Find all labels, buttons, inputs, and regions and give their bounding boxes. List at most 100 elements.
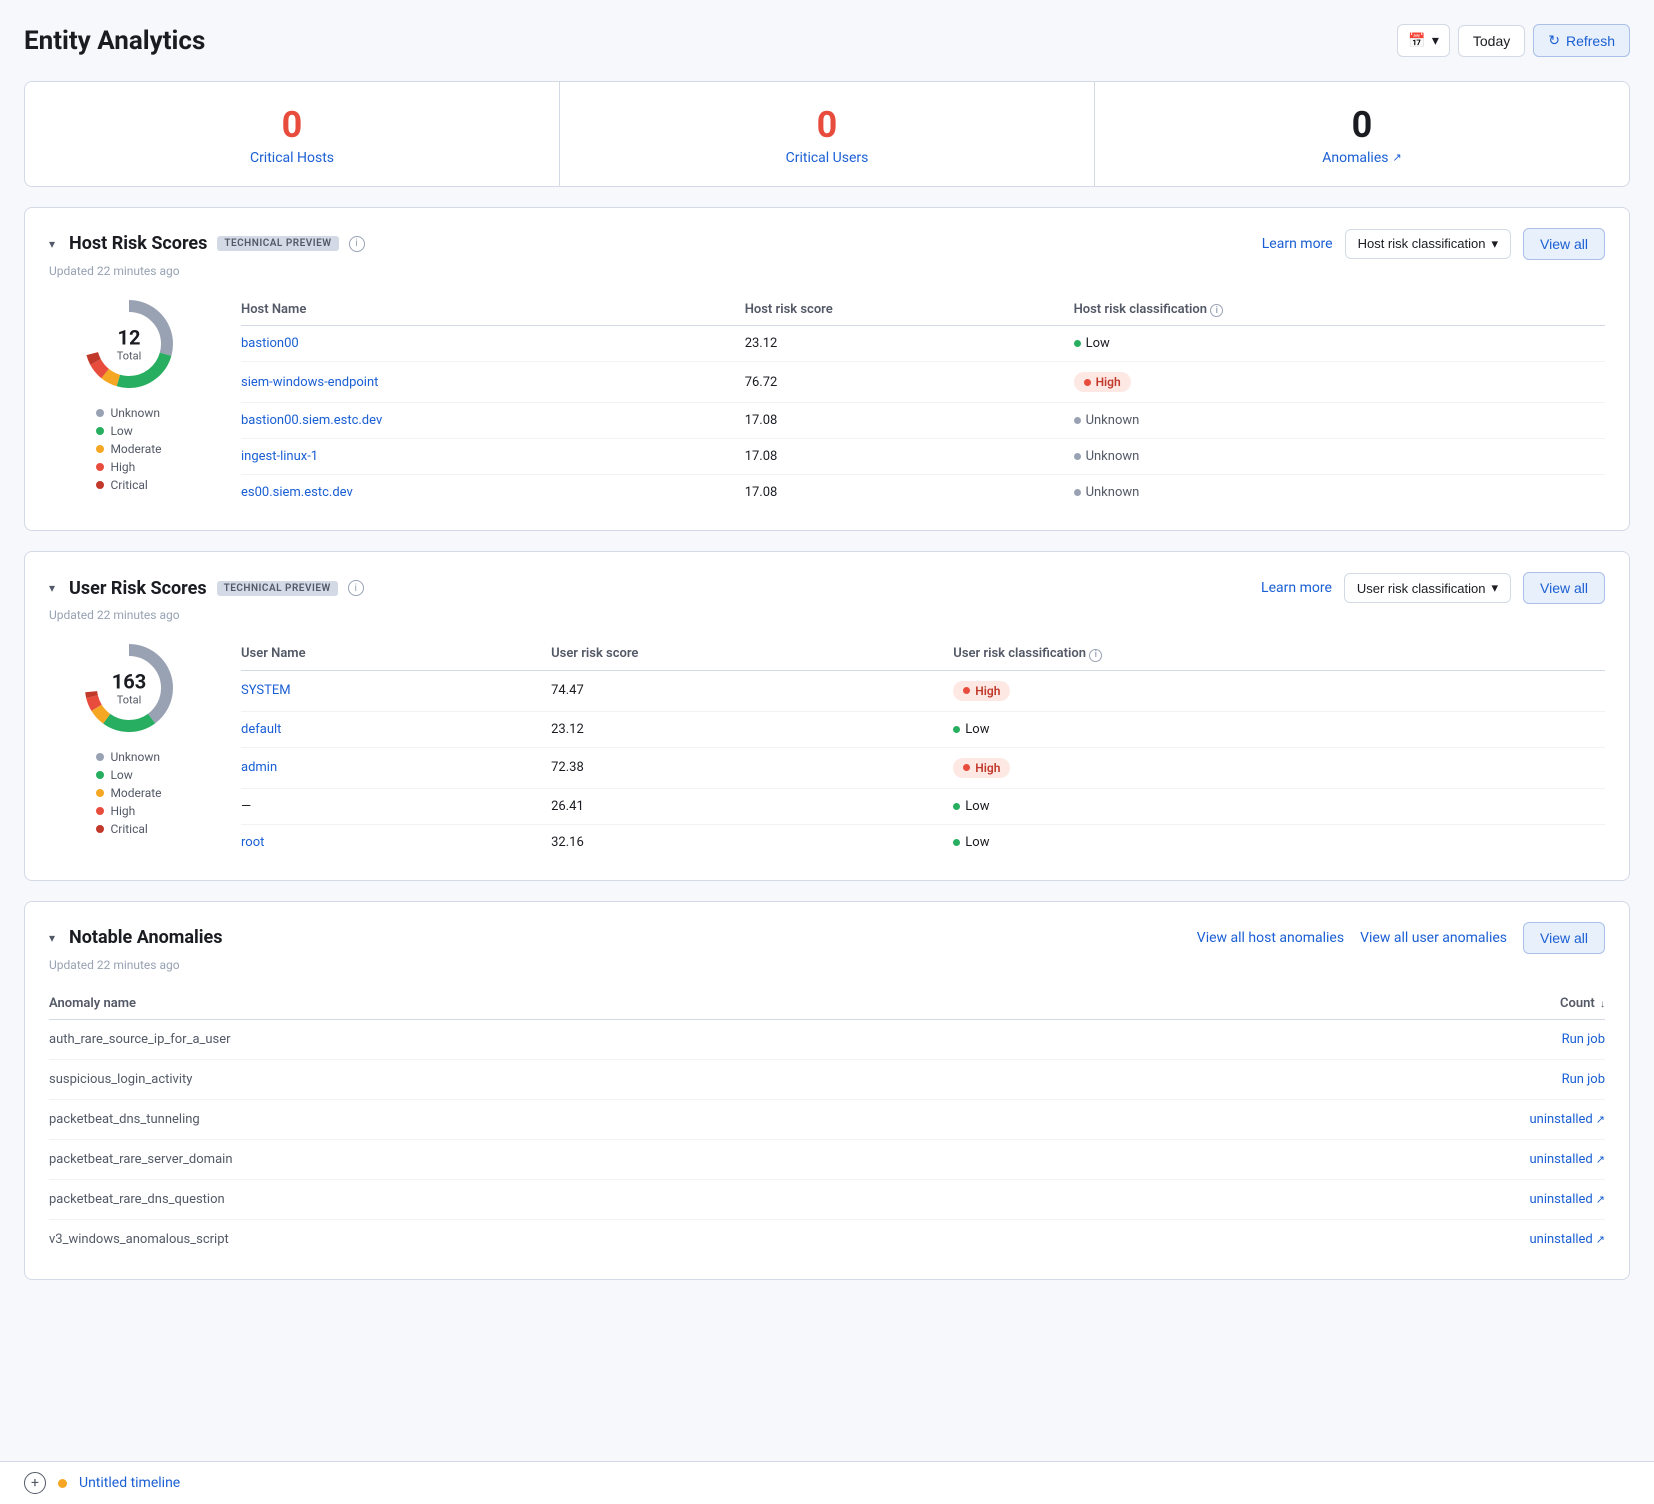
add-timeline-button[interactable]: + — [24, 1472, 46, 1494]
status-badge: High — [953, 681, 1010, 701]
external-link-icon: ↗ — [1392, 151, 1401, 164]
uninstalled-link[interactable]: uninstalled ↗ — [1530, 1112, 1606, 1127]
refresh-label: Refresh — [1566, 33, 1615, 49]
legend-dot-low — [96, 427, 104, 435]
notable-anomalies-card: ▾ Notable Anomalies View all host anomal… — [24, 901, 1630, 1280]
host-name-cell[interactable]: ingest-linux-1 — [241, 439, 745, 475]
host-name-cell[interactable]: siem-windows-endpoint — [241, 362, 745, 403]
anomaly-action-cell: Run job — [1151, 1019, 1605, 1059]
critical-users-label[interactable]: Critical Users — [786, 150, 869, 166]
notable-anomalies-title: Notable Anomalies — [69, 927, 222, 948]
legend-moderate: Moderate — [96, 442, 161, 456]
user-name-cell[interactable]: admin — [241, 747, 551, 788]
user-risk-title: User Risk Scores — [69, 578, 207, 599]
user-name-cell[interactable]: default — [241, 711, 551, 747]
status-badge: High — [953, 758, 1010, 778]
host-risk-donut-label: 12 Total — [117, 325, 142, 362]
host-risk-updated: Updated 22 minutes ago — [49, 264, 1605, 278]
legend-dot-unknown — [96, 409, 104, 417]
host-classification-info-icon[interactable]: i — [1210, 304, 1223, 317]
high-dot — [963, 687, 970, 694]
user-classification-cell: High — [953, 747, 1605, 788]
host-classification-cell: High — [1074, 362, 1605, 403]
notable-anomalies-links: View all host anomalies View all user an… — [1197, 922, 1605, 954]
user-classification-cell: High — [953, 670, 1605, 711]
run-job-link[interactable]: Run job — [1562, 1032, 1605, 1047]
dropdown-chevron-icon: ▾ — [1491, 236, 1498, 252]
host-score-cell: 17.08 — [745, 439, 1074, 475]
user-classification-cell: Low — [953, 824, 1605, 860]
host-risk-learn-more[interactable]: Learn more — [1262, 236, 1333, 252]
user-risk-title-area: ▾ User Risk Scores TECHNICAL PREVIEW i — [49, 578, 364, 599]
user-risk-learn-more[interactable]: Learn more — [1261, 580, 1332, 596]
user-classification-info-icon[interactable]: i — [1089, 649, 1102, 662]
anomaly-name-cell: v3_windows_anomalous_script — [49, 1219, 1151, 1259]
user-name-cell[interactable]: root — [241, 824, 551, 860]
low-dot — [1074, 340, 1081, 347]
anomalies-label[interactable]: Anomalies ↗ — [1322, 150, 1401, 166]
user-legend-critical: Critical — [96, 822, 161, 836]
user-risk-info-icon[interactable]: i — [348, 580, 364, 596]
host-score-col-header: Host risk score — [745, 294, 1074, 326]
user-dropdown-chevron-icon: ▾ — [1491, 580, 1498, 596]
user-risk-content: 163 Total Unknown Low Moderat — [49, 638, 1605, 860]
refresh-button[interactable]: ↻ Refresh — [1533, 24, 1630, 57]
external-icon: ↗ — [1596, 1153, 1605, 1166]
anomaly-action-cell: Run job — [1151, 1059, 1605, 1099]
notable-view-all-button[interactable]: View all — [1523, 922, 1605, 954]
host-risk-table: Host Name Host risk score Host risk clas… — [241, 294, 1605, 511]
uninstalled-link[interactable]: uninstalled ↗ — [1530, 1152, 1606, 1167]
host-risk-view-all-button[interactable]: View all — [1523, 228, 1605, 260]
anomaly-name-cell: packetbeat_rare_dns_question — [49, 1179, 1151, 1219]
user-risk-donut-label: 163 Total — [112, 670, 146, 707]
user-risk-table-area: User Name User risk score User risk clas… — [241, 638, 1605, 860]
host-name-cell[interactable]: es00.siem.estc.dev — [241, 475, 745, 511]
host-risk-collapse-icon[interactable]: ▾ — [49, 237, 55, 251]
high-dot — [963, 764, 970, 771]
user-risk-legend: Unknown Low Moderate High — [96, 750, 161, 836]
anomaly-name-cell: auth_rare_source_ip_for_a_user — [49, 1019, 1151, 1059]
user-name-cell[interactable]: SYSTEM — [241, 670, 551, 711]
host-name-col-header: Host Name — [241, 294, 745, 326]
external-icon: ↗ — [1596, 1233, 1605, 1246]
user-legend-dot-unknown — [96, 753, 104, 761]
anomaly-table: Anomaly name Count ↓ auth_rare_source_ip… — [49, 988, 1605, 1259]
calendar-button[interactable]: 📅 ▾ — [1397, 24, 1449, 57]
user-risk-donut: 163 Total — [79, 638, 179, 738]
today-button[interactable]: Today — [1458, 25, 1525, 57]
user-risk-classification-dropdown[interactable]: User risk classification ▾ — [1344, 573, 1511, 603]
view-all-host-anomalies-link[interactable]: View all host anomalies — [1197, 930, 1344, 946]
user-risk-header-right: Learn more User risk classification ▾ Vi… — [1261, 572, 1605, 604]
timeline-label[interactable]: Untitled timeline — [79, 1475, 180, 1491]
user-risk-collapse-icon[interactable]: ▾ — [49, 581, 55, 595]
status-badge: Unknown — [1074, 485, 1140, 500]
notable-collapse-icon[interactable]: ▾ — [49, 931, 55, 945]
host-risk-chart-area: 12 Total Unknown Low Moderate — [49, 294, 209, 492]
unknown-dot — [1074, 489, 1081, 496]
table-row: SYSTEM 74.47 High — [241, 670, 1605, 711]
unknown-dot — [1074, 453, 1081, 460]
host-classification-cell: Low — [1074, 326, 1605, 362]
calendar-icon: 📅 — [1408, 32, 1425, 49]
host-risk-classification-dropdown[interactable]: Host risk classification ▾ — [1345, 229, 1511, 259]
uninstalled-link[interactable]: uninstalled ↗ — [1530, 1232, 1606, 1247]
user-classification-cell: Low — [953, 711, 1605, 747]
host-risk-card: ▾ Host Risk Scores TECHNICAL PREVIEW i L… — [24, 207, 1630, 532]
host-risk-title-area: ▾ Host Risk Scores TECHNICAL PREVIEW i — [49, 233, 365, 254]
host-name-cell[interactable]: bastion00 — [241, 326, 745, 362]
host-name-cell[interactable]: bastion00.siem.estc.dev — [241, 403, 745, 439]
host-classification-cell: Unknown — [1074, 475, 1605, 511]
user-score-cell: 32.16 — [551, 824, 953, 860]
host-classification-cell: Unknown — [1074, 439, 1605, 475]
list-item: packetbeat_rare_dns_question uninstalled… — [49, 1179, 1605, 1219]
critical-hosts-stat: 0 Critical Hosts — [25, 82, 560, 186]
run-job-link[interactable]: Run job — [1562, 1072, 1605, 1087]
host-risk-table-area: Host Name Host risk score Host risk clas… — [241, 294, 1605, 511]
user-risk-view-all-button[interactable]: View all — [1523, 572, 1605, 604]
critical-hosts-label[interactable]: Critical Hosts — [250, 150, 334, 166]
view-all-user-anomalies-link[interactable]: View all user anomalies — [1360, 930, 1507, 946]
host-risk-info-icon[interactable]: i — [349, 236, 365, 252]
uninstalled-link[interactable]: uninstalled ↗ — [1530, 1192, 1606, 1207]
list-item: packetbeat_rare_server_domain uninstalle… — [49, 1139, 1605, 1179]
anomaly-count-col-header: Count ↓ — [1151, 988, 1605, 1020]
